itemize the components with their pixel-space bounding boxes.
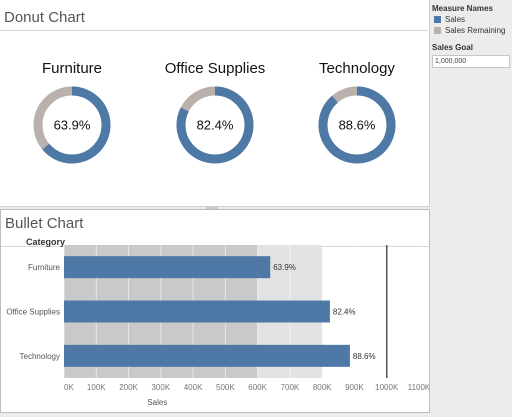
- legend-label-sales: Sales: [445, 15, 466, 24]
- x-tick-label: 800K: [313, 383, 332, 392]
- category-label: Furniture: [28, 263, 61, 272]
- donut-percent-label: 63.9%: [54, 118, 91, 133]
- x-tick-label: 700K: [281, 383, 300, 392]
- x-tick-label: 300K: [151, 383, 170, 392]
- legend-label-sales-remaining: Sales Remaining: [445, 26, 506, 35]
- donut-technology[interactable]: Technology 88.6%: [306, 60, 408, 166]
- donut-title-technology: Technology: [319, 60, 395, 77]
- legend-swatch-sales-remaining: [434, 27, 441, 34]
- category-label: Office Supplies: [6, 308, 60, 317]
- x-tick-label: 100K: [87, 383, 106, 392]
- sales-goal-input[interactable]: [432, 55, 510, 68]
- x-tick-label: 0K: [64, 383, 74, 392]
- legend-item-sales-remaining[interactable]: Sales Remaining: [434, 26, 510, 35]
- bullet-chart-plot[interactable]: 63.9% Furniture 82.4% Office Supplies 88.6% T…: [1, 210, 429, 412]
- x-tick-label: 400K: [184, 383, 203, 392]
- legend-swatch-sales: [434, 16, 441, 23]
- legend-title: Measure Names: [432, 4, 493, 13]
- donut-graphic-technology[interactable]: 88.6%: [316, 84, 398, 166]
- donut-title-office-supplies: Office Supplies: [164, 60, 266, 77]
- x-tick-label: 500K: [216, 383, 235, 392]
- x-axis-title: Sales: [147, 398, 167, 407]
- donut-percent-label: 82.4%: [197, 118, 234, 133]
- bar-value-label: 63.9%: [273, 263, 296, 272]
- donut-graphic-furniture[interactable]: 63.9%: [31, 84, 113, 166]
- donut-percent-label: 88.6%: [339, 118, 376, 133]
- x-tick-label: 1100K: [408, 383, 429, 392]
- sales-bar: [64, 344, 350, 367]
- donut-furniture[interactable]: Furniture 63.9%: [21, 60, 123, 166]
- legend-panel: Measure Names Sales Sales Remaining Sale…: [432, 4, 510, 68]
- legend-item-sales[interactable]: Sales: [434, 15, 510, 24]
- category-label: Technology: [20, 352, 60, 361]
- donut-title-furniture: Furniture: [41, 60, 103, 77]
- sales-goal-label: Sales Goal: [432, 43, 473, 52]
- x-tick-label: 1000K: [375, 383, 399, 392]
- donut-sheet-title: Donut Chart: [4, 9, 85, 26]
- donut-graphic-office-supplies[interactable]: 82.4%: [174, 84, 256, 166]
- bullet-chart-sheet: Bullet Chart Category 63.9% Furniture 82.4…: [0, 209, 430, 413]
- bar-value-label: 88.6%: [353, 352, 376, 361]
- x-tick-label: 900K: [345, 383, 364, 392]
- x-tick-label: 200K: [119, 383, 138, 392]
- sales-bar: [64, 256, 271, 279]
- donut-title-divider: [0, 30, 428, 31]
- donut-chart-sheet: Donut Chart Furniture 63.9% Office Suppl…: [0, 0, 430, 207]
- bar-value-label: 82.4%: [333, 308, 356, 317]
- donut-office-supplies[interactable]: Office Supplies 82.4%: [164, 60, 266, 166]
- x-tick-label: 600K: [248, 383, 267, 392]
- sales-bar: [64, 300, 330, 323]
